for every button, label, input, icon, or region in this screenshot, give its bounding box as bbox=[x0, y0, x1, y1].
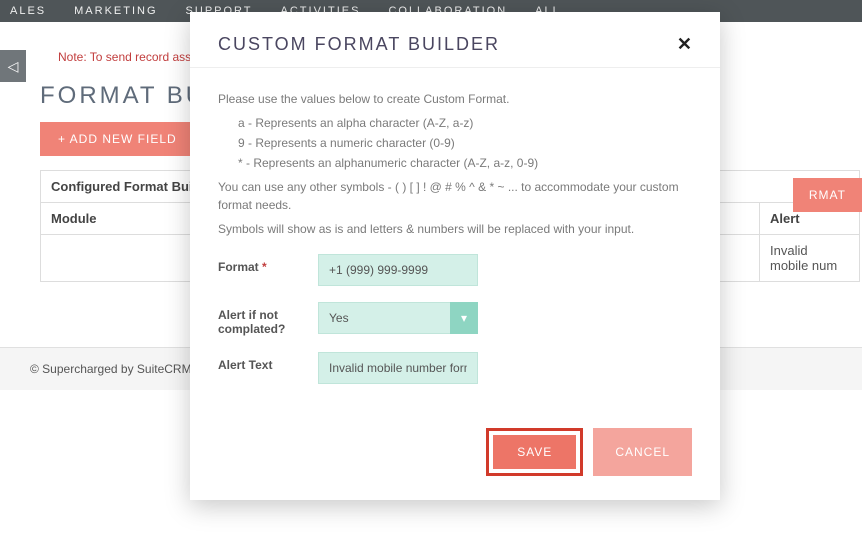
modal-footer: SAVE CANCEL bbox=[190, 410, 720, 500]
modal-note2a: You can use any other symbols - ( ) [ ] … bbox=[218, 178, 692, 214]
nav-marketing[interactable]: MARKETING bbox=[74, 5, 157, 17]
alert-if-row: Alert if notcomplated? Yes ▾ bbox=[218, 302, 692, 336]
save-highlight: SAVE bbox=[486, 428, 583, 476]
format-label: Format * bbox=[218, 254, 318, 274]
format-input[interactable] bbox=[318, 254, 478, 286]
legend-alphanumeric: * - Represents an alphanumeric character… bbox=[238, 154, 692, 172]
modal-body: Please use the values below to create Cu… bbox=[190, 68, 720, 410]
alert-if-label: Alert if notcomplated? bbox=[218, 302, 318, 336]
nav-sales[interactable]: ALES bbox=[10, 5, 46, 17]
add-new-field-button[interactable]: + ADD NEW FIELD bbox=[40, 122, 195, 156]
modal-title: CUSTOM FORMAT BUILDER bbox=[218, 34, 500, 55]
modal-intro: Please use the values below to create Cu… bbox=[218, 90, 692, 108]
format-button-partial[interactable]: RMAT bbox=[793, 178, 862, 212]
legend-numeric: 9 - Represents a numeric character (0-9) bbox=[238, 134, 692, 152]
alert-if-value: Yes bbox=[318, 302, 478, 334]
cancel-button[interactable]: CANCEL bbox=[593, 428, 692, 476]
save-button[interactable]: SAVE bbox=[493, 435, 576, 469]
modal-header: CUSTOM FORMAT BUILDER ✕ bbox=[190, 12, 720, 68]
alert-text-input[interactable] bbox=[318, 352, 478, 384]
cell-alert: Invalid mobile num bbox=[759, 235, 859, 281]
modal-note2b: Symbols will show as is and letters & nu… bbox=[218, 220, 692, 238]
custom-format-modal: CUSTOM FORMAT BUILDER ✕ Please use the v… bbox=[190, 12, 720, 500]
format-row: Format * bbox=[218, 254, 692, 286]
alert-text-label: Alert Text bbox=[218, 352, 318, 372]
alert-if-select[interactable]: Yes ▾ bbox=[318, 302, 478, 334]
chevron-left-icon: ◁ bbox=[8, 58, 19, 75]
close-icon[interactable]: ✕ bbox=[677, 34, 692, 55]
format-legend: a - Represents an alpha character (A-Z, … bbox=[238, 114, 692, 172]
legend-alpha: a - Represents an alpha character (A-Z, … bbox=[238, 114, 692, 132]
side-expand-tab[interactable]: ◁ bbox=[0, 50, 26, 82]
alert-text-row: Alert Text bbox=[218, 352, 692, 384]
